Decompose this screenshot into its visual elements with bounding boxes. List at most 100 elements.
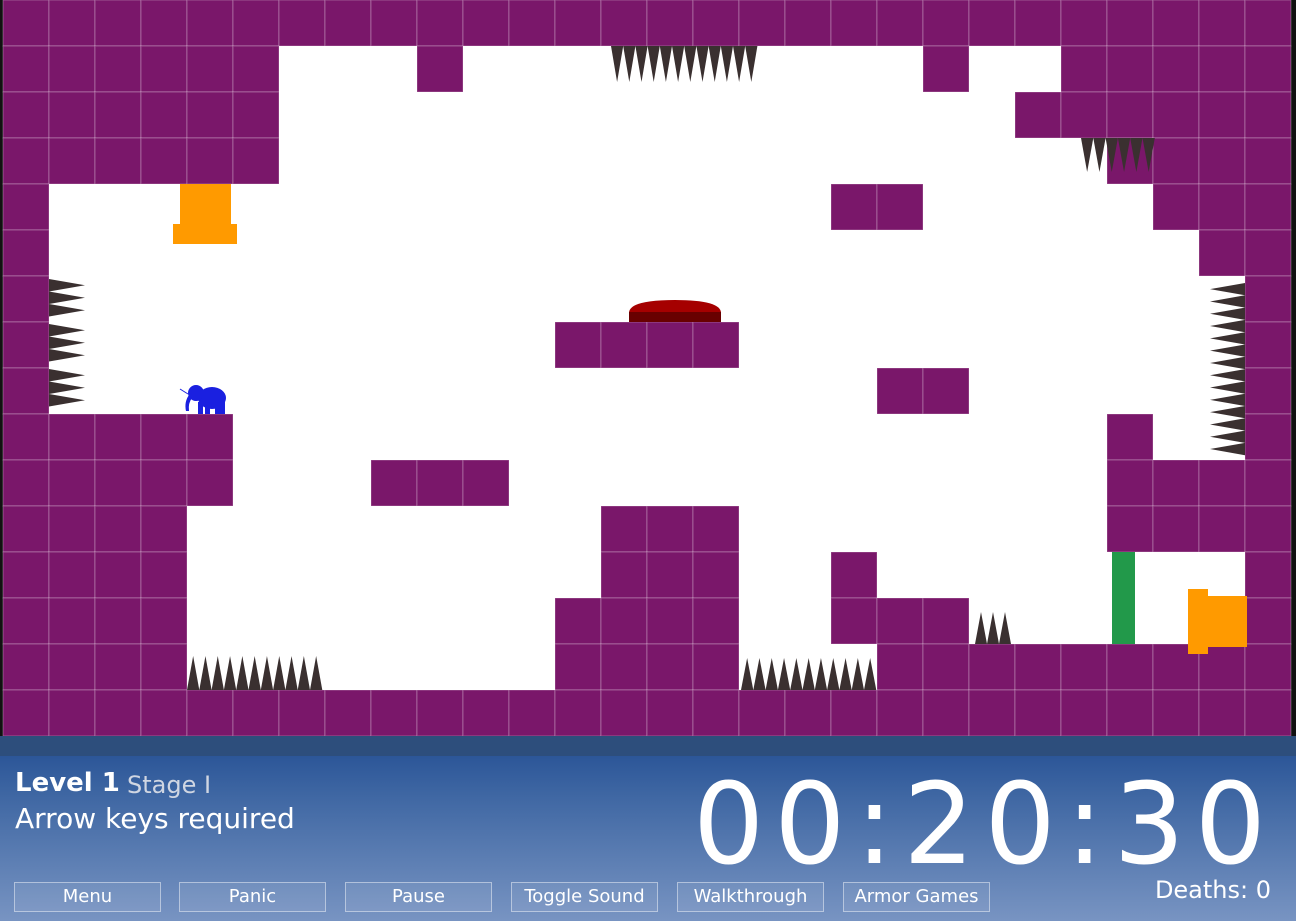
wall-tile: [922, 45, 970, 93]
floor-spike: [827, 658, 840, 690]
wall-tile: [2, 505, 50, 553]
wall-tile: [830, 0, 878, 47]
wall-tile: [1106, 91, 1154, 139]
ceiling-spike: [696, 46, 709, 82]
wall-tile: [1152, 91, 1200, 139]
game-canvas[interactable]: [0, 0, 1296, 738]
wall-tile: [554, 689, 602, 737]
wall-tile: [232, 0, 280, 47]
ceiling-spike: [623, 46, 636, 82]
wall-tile: [94, 0, 142, 47]
wall-tile: [2, 689, 50, 737]
wall-tile: [876, 643, 924, 691]
wall-tile: [1152, 505, 1200, 553]
wall-tile: [692, 643, 740, 691]
wall-tile: [232, 91, 280, 139]
exit-flag: [1208, 596, 1247, 647]
wall-tile: [186, 413, 234, 461]
wall-tile: [1106, 689, 1154, 737]
wall-spike: [49, 381, 85, 394]
wall-tile: [1060, 689, 1108, 737]
wall-tile: [48, 91, 96, 139]
wall-tile: [692, 551, 740, 599]
wall-tile: [1152, 45, 1200, 93]
ceiling-spike: [672, 46, 685, 82]
ceiling-spike: [720, 46, 733, 82]
wall-tile: [738, 689, 786, 737]
wall-spike: [1210, 283, 1245, 296]
wall-tile: [140, 551, 188, 599]
wall-tile: [876, 183, 924, 231]
wall-tile: [600, 689, 648, 737]
wall-tile: [416, 0, 464, 47]
floor-spike: [839, 658, 852, 690]
menu-button[interactable]: Menu: [14, 882, 161, 912]
wall-tile: [1014, 0, 1062, 47]
orange-piston-base: [173, 224, 237, 244]
wall-tile: [140, 137, 188, 185]
ceiling-spike: [611, 46, 624, 82]
ceiling-spike: [1093, 138, 1106, 172]
wall-tile: [186, 689, 234, 737]
wall-tile: [140, 505, 188, 553]
wall-tile: [1198, 459, 1246, 507]
wall-tile: [646, 321, 694, 369]
wall-tile: [1244, 0, 1292, 47]
wall-tile: [2, 91, 50, 139]
wall-tile: [2, 367, 50, 415]
death-counter: Deaths: 0: [1154, 876, 1271, 904]
wall-tile: [1198, 91, 1246, 139]
wall-tile: [140, 643, 188, 691]
ceiling-spike: [1081, 138, 1094, 172]
wall-spike: [49, 304, 85, 317]
wall-tile: [94, 45, 142, 93]
wall-tile: [1244, 321, 1292, 369]
wall-tile: [2, 137, 50, 185]
floor-spike: [802, 658, 815, 690]
wall-tile: [1106, 413, 1154, 461]
floor-spike: [199, 656, 212, 690]
wall-tile: [1060, 643, 1108, 691]
wall-tile: [876, 367, 924, 415]
wall-tile: [830, 597, 878, 645]
wall-tile: [1244, 597, 1292, 645]
wall-tile: [1060, 0, 1108, 47]
ceiling-spike: [659, 46, 672, 82]
walkthrough-button[interactable]: Walkthrough: [677, 882, 824, 912]
wall-tile: [48, 551, 96, 599]
wall-tile: [370, 0, 418, 47]
wall-tile: [1152, 459, 1200, 507]
armor-games-button[interactable]: Armor Games: [843, 882, 990, 912]
wall-tile: [232, 137, 280, 185]
wall-tile: [1060, 45, 1108, 93]
floor-spike: [864, 658, 877, 690]
wall-tile: [508, 689, 556, 737]
wall-tile: [646, 551, 694, 599]
wall-tile: [186, 459, 234, 507]
wall-tile: [2, 183, 50, 231]
wall-tile: [830, 183, 878, 231]
panic-button[interactable]: Panic: [179, 882, 326, 912]
floor-spike: [975, 612, 987, 644]
hud-panel: Level 1 Stage I Arrow keys required 00:2…: [0, 736, 1296, 921]
ceiling-spike: [733, 46, 746, 82]
wall-spike: [49, 369, 85, 382]
wall-tile: [646, 597, 694, 645]
floor-spike: [790, 658, 803, 690]
floor-spike: [310, 656, 323, 690]
wall-tile: [94, 597, 142, 645]
wall-tile: [692, 0, 740, 47]
wall-tile: [94, 643, 142, 691]
toggle-sound-button[interactable]: Toggle Sound: [511, 882, 658, 912]
pause-button[interactable]: Pause: [345, 882, 492, 912]
wall-spike: [1210, 418, 1245, 431]
ceiling-spike: [647, 46, 660, 82]
floor-spike: [777, 658, 791, 690]
wall-tile: [462, 689, 510, 737]
wall-tile: [416, 689, 464, 737]
wall-tile: [2, 459, 50, 507]
floor-spike: [248, 656, 261, 690]
wall-tile: [1106, 459, 1154, 507]
wall-tile: [2, 275, 50, 323]
wall-spike: [49, 279, 85, 292]
